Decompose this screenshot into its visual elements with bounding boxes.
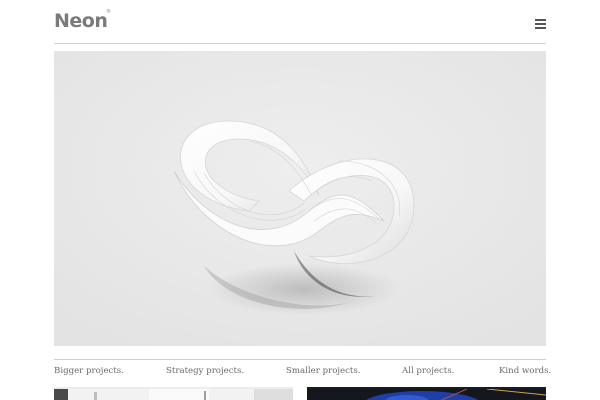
page: Neon ® Bigger projects. Strategy project… (0, 0, 600, 400)
interior-photo (54, 389, 293, 400)
hamburger-menu-icon[interactable] (535, 19, 546, 29)
nav-link-strategy-projects[interactable]: Strategy projects. (166, 366, 244, 376)
site-logo[interactable]: Neon (54, 10, 108, 32)
header-divider (54, 43, 546, 44)
ribbon-sculpture-illustration (54, 51, 546, 346)
nav-link-bigger-projects[interactable]: Bigger projects. (54, 366, 124, 376)
registered-mark: ® (106, 9, 111, 15)
nav-link-smaller-projects[interactable]: Smaller projects. (286, 366, 361, 376)
project-thumbnail[interactable] (307, 387, 546, 400)
project-thumbnail[interactable] (54, 387, 293, 400)
blue-sphere-photo (307, 388, 546, 400)
nav-divider (54, 359, 546, 360)
hero-image (54, 51, 546, 346)
project-nav: Bigger projects. Strategy projects. Smal… (54, 366, 551, 380)
nav-link-kind-words[interactable]: Kind words. (499, 366, 551, 376)
nav-link-all-projects[interactable]: All projects. (402, 366, 454, 376)
site-header: Neon ® (54, 0, 546, 44)
